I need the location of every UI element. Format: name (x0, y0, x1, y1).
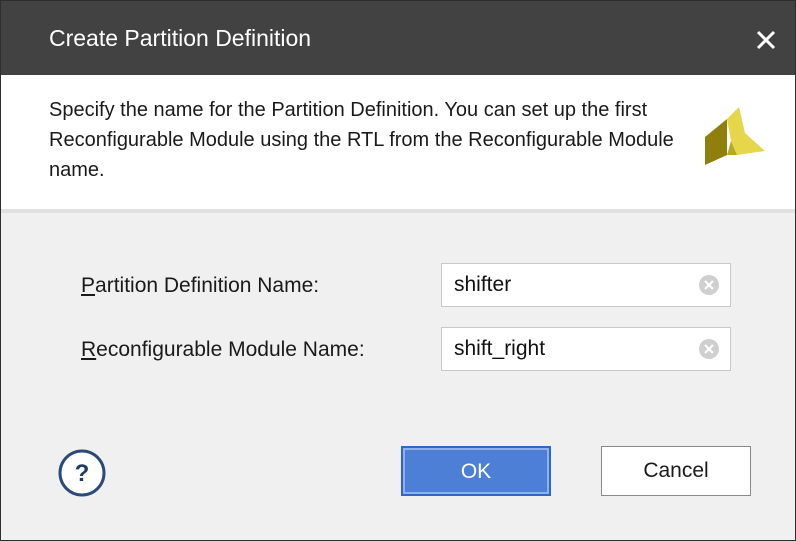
create-partition-dialog: Create Partition Definition Specify the … (0, 0, 796, 541)
partition-name-input[interactable] (442, 264, 694, 306)
svg-text:?: ? (75, 460, 90, 487)
dialog-title: Create Partition Definition (49, 25, 312, 51)
module-name-input[interactable] (442, 328, 694, 370)
clear-icon[interactable] (698, 274, 720, 296)
close-icon[interactable] (749, 23, 783, 57)
module-name-label: Reconfigurable Module Name: (81, 337, 365, 363)
partition-label-text: artition Definition Name: (95, 274, 320, 297)
partition-label-mnemonic: P (81, 274, 96, 297)
module-label-mnemonic: R (81, 338, 97, 361)
module-label-text: econfigurable Module Name: (96, 338, 365, 361)
title-bar[interactable]: Create Partition Definition (1, 1, 795, 75)
dialog-header: Specify the name for the Partition Defin… (1, 75, 795, 213)
cancel-button[interactable]: Cancel (601, 446, 751, 496)
dialog-description: Specify the name for the Partition Defin… (49, 99, 674, 181)
vivado-logo-icon (701, 105, 767, 171)
partition-name-label: Partition Definition Name: (81, 273, 319, 299)
partition-name-field[interactable] (441, 263, 731, 307)
help-icon[interactable]: ? (57, 448, 107, 498)
clear-icon[interactable] (698, 338, 720, 360)
module-name-field[interactable] (441, 327, 731, 371)
ok-button[interactable]: OK (401, 446, 551, 496)
